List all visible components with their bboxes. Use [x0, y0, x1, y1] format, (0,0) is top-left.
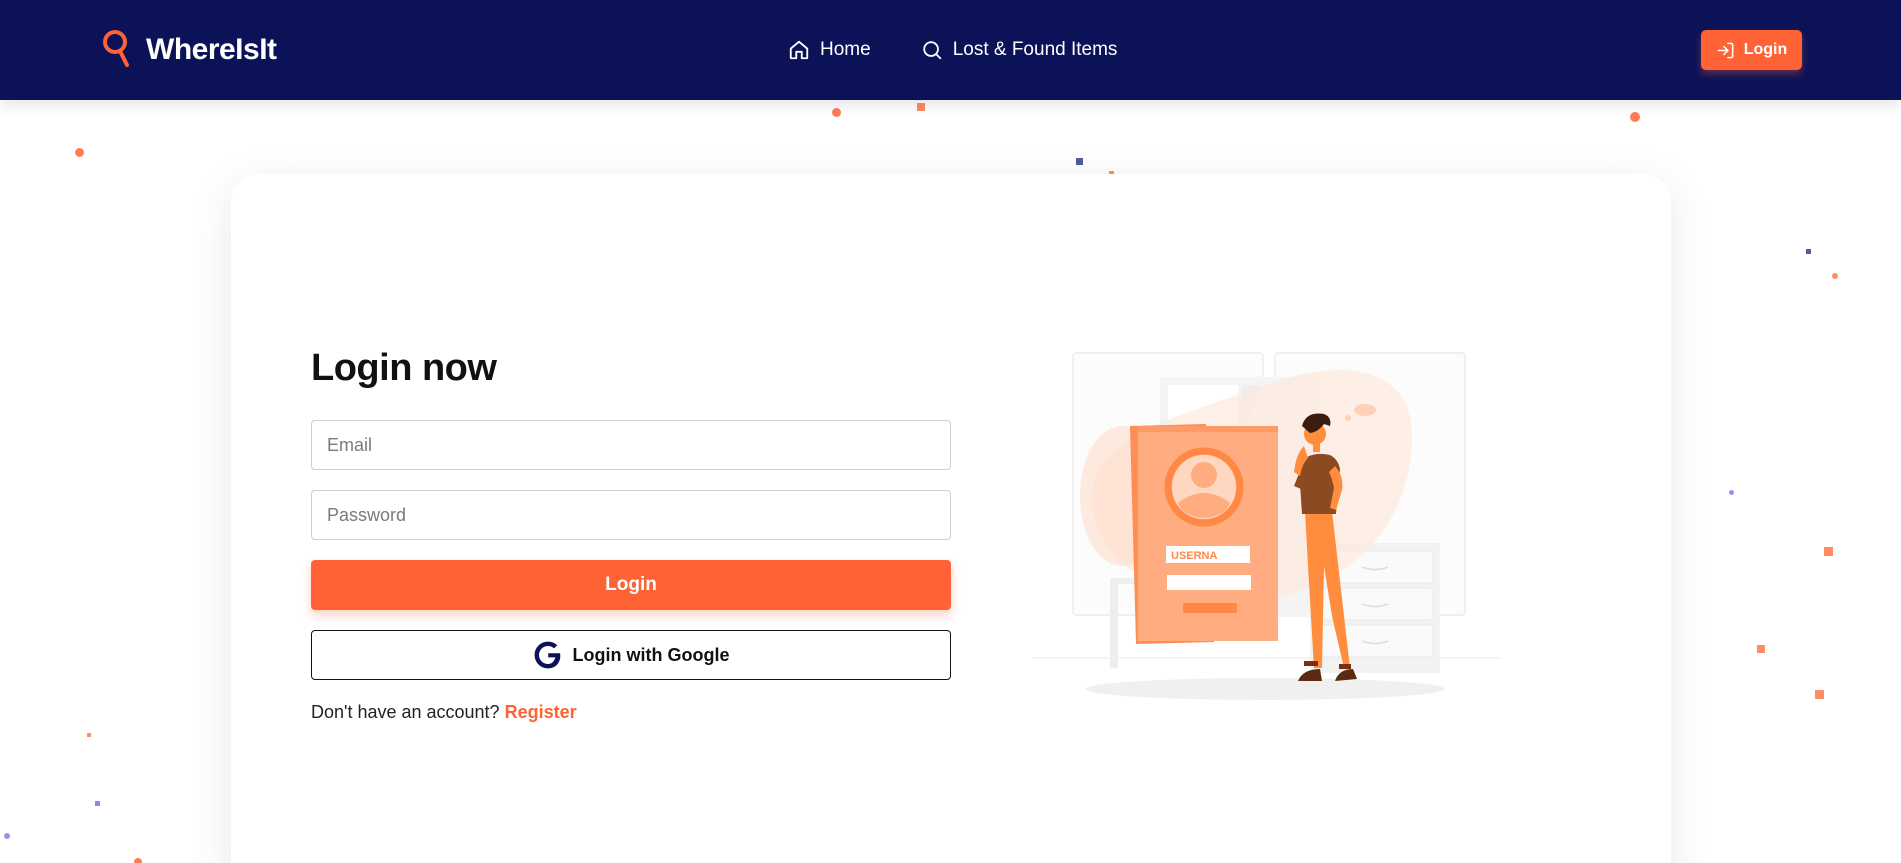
register-prompt: Don't have an account? Register: [311, 702, 577, 723]
brand-logo[interactable]: WhereIsIt: [102, 30, 277, 70]
home-icon: [789, 40, 809, 60]
illustration-username-text: USERNA: [1171, 550, 1218, 562]
google-login-label: Login with Google: [572, 644, 730, 665]
nav-home[interactable]: Home: [788, 39, 871, 61]
page-title: Login now: [311, 347, 497, 389]
confetti-dot: [1832, 273, 1838, 279]
confetti-square: [1076, 158, 1083, 165]
confetti-dot: [1729, 490, 1734, 495]
confetti-square: [917, 103, 925, 111]
login-form: Login now Login Login with Google Don't …: [311, 343, 951, 722]
confetti-square: [1806, 249, 1811, 254]
google-login-button[interactable]: Login with Google: [311, 630, 951, 680]
confetti-dot: [832, 108, 841, 117]
confetti-square: [1824, 547, 1833, 556]
navbar: WhereIsIt Home Lost & Found Items Login: [0, 0, 1901, 100]
brand-name: WhereIsIt: [146, 33, 277, 66]
confetti-dot: [134, 858, 142, 863]
confetti-dot: [75, 148, 84, 157]
login-button[interactable]: Login: [311, 560, 951, 610]
no-account-text: Don't have an account?: [311, 702, 500, 722]
nav-home-label: Home: [820, 39, 871, 60]
nav-lost-found[interactable]: Lost & Found Items: [921, 39, 1118, 61]
password-field[interactable]: [311, 490, 951, 540]
confetti-square: [1757, 645, 1765, 653]
confetti-dot: [4, 833, 10, 839]
main-nav: Home Lost & Found Items: [788, 36, 1117, 64]
search-icon: [103, 30, 129, 67]
nav-lost-found-label: Lost & Found Items: [952, 39, 1118, 60]
register-link[interactable]: Register: [505, 702, 577, 722]
confetti-dot: [1630, 112, 1640, 122]
search-icon: [922, 41, 941, 60]
header-login-button[interactable]: Login: [1701, 30, 1802, 70]
header-login-label: Login: [1743, 41, 1788, 58]
confetti-square: [1815, 690, 1824, 699]
confetti-square: [87, 733, 91, 737]
sign-in-icon: [1717, 42, 1734, 58]
google-icon: [534, 641, 560, 669]
email-field[interactable]: [311, 420, 951, 470]
confetti-square: [95, 801, 100, 806]
login-illustration: USERNA: [1032, 352, 1500, 700]
